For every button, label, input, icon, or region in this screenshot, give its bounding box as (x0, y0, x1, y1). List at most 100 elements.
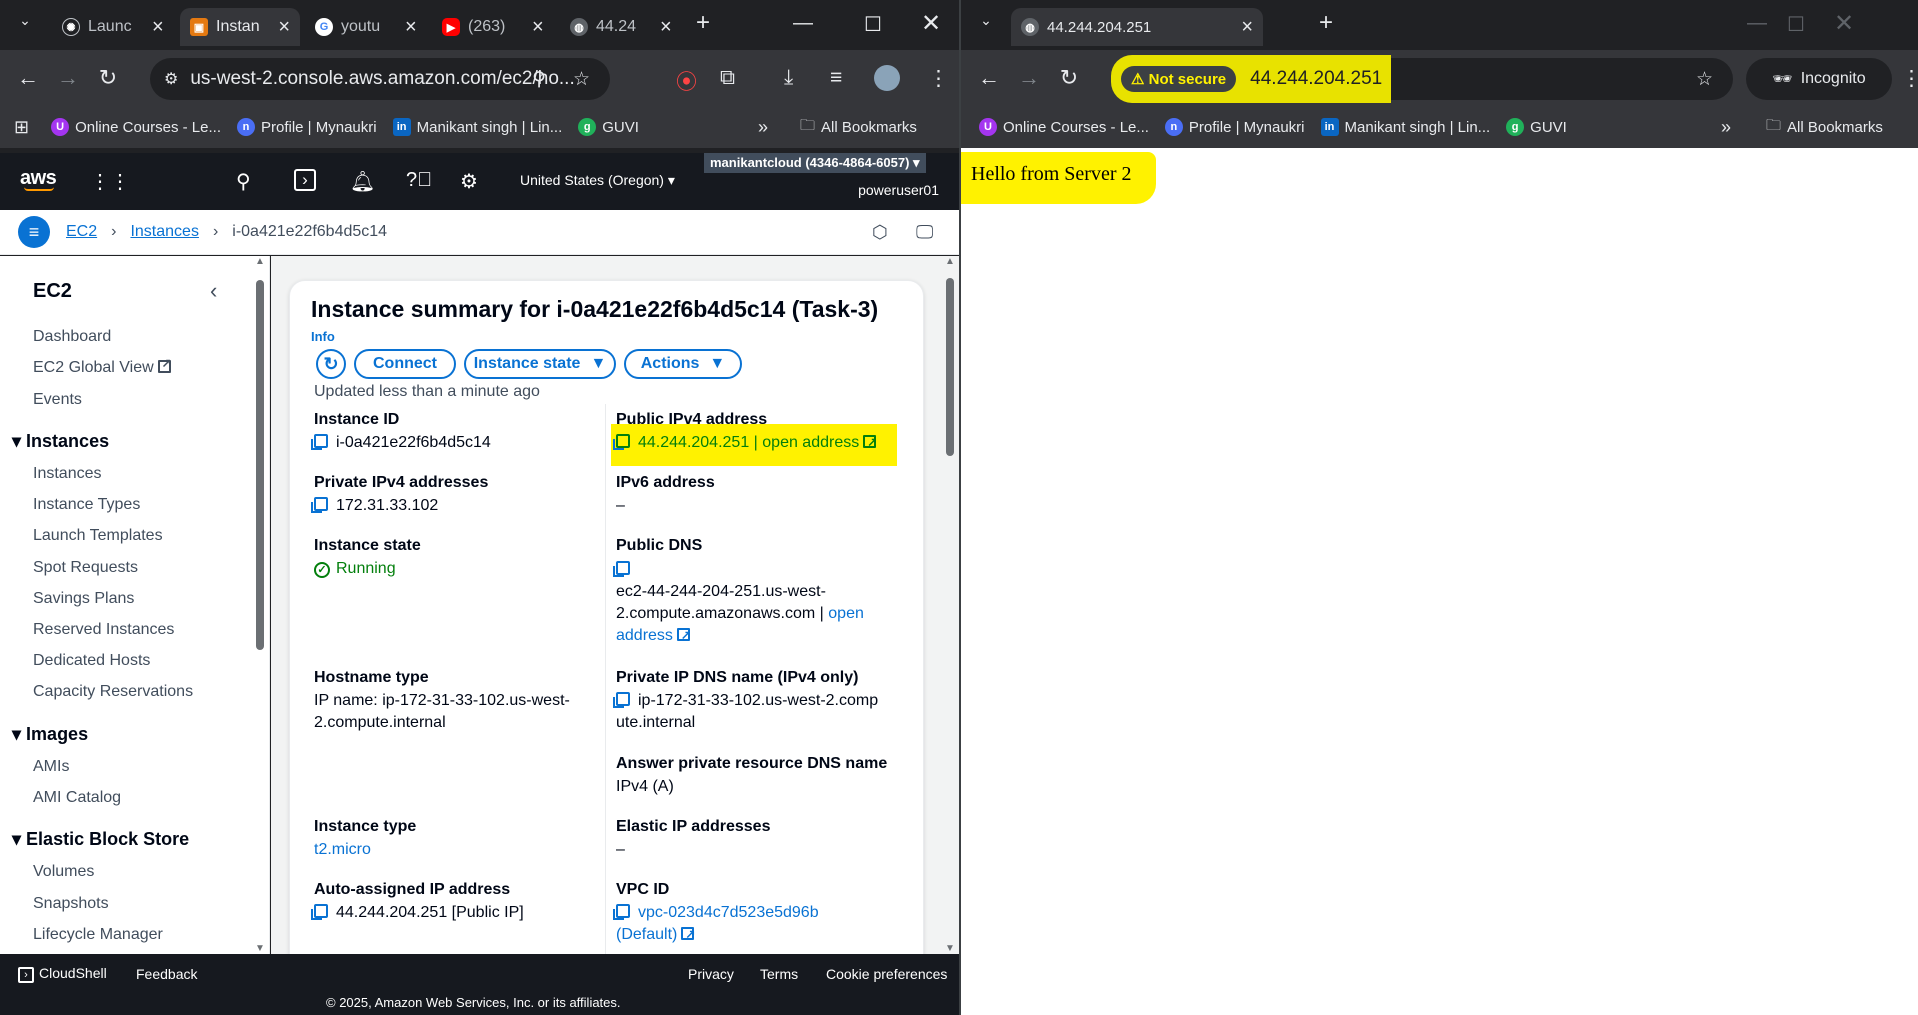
bookmark-item[interactable]: in Manikant singh | Lin... (1320, 118, 1490, 136)
private-ipv4-value[interactable]: 172.31.33.102 (311, 495, 438, 517)
feedback-link[interactable]: Feedback (136, 966, 197, 982)
all-bookmarks[interactable]: 🗀 All Bookmarks (1766, 115, 1883, 140)
close-icon[interactable]: × (1241, 16, 1253, 39)
sidebar-item-events[interactable]: Events (33, 391, 82, 409)
sidebar-section-images[interactable]: ▾ Images (12, 724, 88, 745)
sidebar-item[interactable]: Dedicated Hosts (33, 652, 150, 670)
forward-icon[interactable]: → (48, 65, 88, 91)
close-window-icon[interactable]: ✕ (916, 9, 946, 38)
search-icon[interactable]: ⚲ (532, 68, 546, 91)
new-tab-icon[interactable]: + (688, 9, 718, 37)
copy-icon[interactable] (613, 434, 630, 450)
sidebar-scrollbar[interactable]: ▲ ▼ (254, 256, 266, 954)
menu-icon[interactable]: ⋮ (1901, 66, 1918, 91)
instance-state-button[interactable]: Instance state ▼ (464, 349, 616, 379)
tab-server-ip[interactable]: ◍ 44.244.204.251 × (1011, 8, 1263, 46)
auto-ip-value[interactable]: 44.244.204.251 [Public IP] (311, 902, 524, 924)
sidebar-item[interactable]: Instance Types (33, 496, 140, 514)
sidebar-item[interactable]: AMI Catalog (33, 789, 121, 807)
vpc-default-link[interactable]: (Default) (616, 923, 695, 946)
bookmark-item[interactable]: g GUVI (1506, 118, 1567, 136)
incognito-chip[interactable]: 🕶︎ Incognito (1746, 58, 1892, 100)
site-info-icon[interactable]: ⚙ (164, 69, 178, 89)
more-bookmarks-icon[interactable]: » (758, 117, 768, 138)
breadcrumb-instances[interactable]: Instances (130, 223, 198, 241)
avatar[interactable] (874, 65, 900, 91)
tab-search-icon[interactable]: ⌄ (971, 12, 1001, 29)
sidebar-item-dashboard[interactable]: Dashboard (33, 328, 111, 346)
search-icon[interactable]: ⚲ (236, 169, 251, 194)
address-link[interactable]: address (616, 624, 691, 647)
connect-button[interactable]: Connect (354, 349, 456, 379)
tab-youtube-search[interactable]: G youtu × (305, 8, 427, 46)
bookmark-item[interactable]: n Profile | Mynaukri (1164, 118, 1305, 136)
close-icon[interactable]: × (660, 16, 672, 39)
minimize-icon[interactable]: — (1742, 12, 1772, 35)
new-tab-icon[interactable]: + (1311, 9, 1341, 37)
info-link[interactable]: Info (311, 329, 335, 344)
instance-id-value[interactable]: i-0a421e22f6b4d5c14 (311, 432, 491, 454)
close-window-icon[interactable]: ✕ (1829, 9, 1859, 38)
copy-icon[interactable] (613, 561, 630, 577)
menu-toggle-icon[interactable]: ≡ (18, 216, 50, 248)
close-icon[interactable]: × (152, 16, 164, 39)
public-dns-copy[interactable] (613, 559, 638, 581)
breadcrumb-ec2[interactable]: EC2 (66, 223, 97, 241)
address-bar[interactable]: ⚙ us-west-2.console.aws.amazon.com/ec2/h… (150, 58, 610, 100)
services-grid-icon[interactable]: ⋮⋮ (90, 169, 130, 194)
cloudshell-button[interactable]: › CloudShell (18, 965, 107, 983)
menu-icon[interactable]: ⋮ (928, 66, 949, 91)
bookmark-item[interactable]: U Online Courses - Le... (979, 118, 1149, 136)
bookmark-item[interactable]: in Manikant singh | Lin... (392, 118, 562, 136)
collapse-icon[interactable]: ‹ (210, 278, 217, 304)
minimize-icon[interactable]: — (788, 12, 818, 35)
copy-icon[interactable] (613, 692, 630, 708)
screen-icon[interactable]: 🖵 (916, 222, 933, 243)
sidebar-item[interactable]: Instances (33, 465, 101, 483)
main-scrollbar[interactable]: ▲ ▼ (944, 256, 956, 954)
vpc-id-link[interactable]: vpc-023d4c7d523e5d96b (613, 902, 819, 924)
public-ipv4-value[interactable]: 44.244.204.251 | open address (613, 431, 877, 454)
tab-youtube[interactable]: ▶ (263) × (432, 8, 554, 46)
copy-icon[interactable] (613, 904, 630, 920)
sidebar-item[interactable]: Savings Plans (33, 590, 134, 608)
star-icon[interactable]: ☆ (573, 68, 590, 91)
extensions-icon[interactable]: ⧉ (720, 66, 735, 90)
close-icon[interactable]: × (405, 16, 417, 39)
sidebar-item[interactable]: AMIs (33, 758, 69, 776)
tab-search-icon[interactable]: ⌄ (10, 12, 40, 29)
reload-icon[interactable]: ↻ (88, 65, 128, 91)
user-name[interactable]: poweruser01 (858, 182, 939, 198)
maximize-icon[interactable]: ☐ (1781, 12, 1811, 37)
region-selector[interactable]: United States (Oregon) ▾ (520, 172, 675, 189)
sidebar-section-instances[interactable]: ▾ Instances (12, 431, 109, 452)
more-bookmarks-icon[interactable]: » (1721, 117, 1731, 138)
apps-icon[interactable]: ⊞ (14, 117, 29, 138)
tab-launch[interactable]: ✺ Launc × (52, 8, 174, 46)
sidebar-item[interactable]: Spot Requests (33, 559, 138, 577)
sidebar-item[interactable]: Snapshots (33, 895, 109, 913)
settings-icon[interactable]: ⚙ (460, 169, 478, 194)
back-icon[interactable]: ← (8, 65, 48, 91)
help-icon[interactable]: ?⃝ (406, 169, 432, 192)
sidebar-section-ebs[interactable]: ▾ Elastic Block Store (12, 829, 189, 850)
star-icon[interactable]: ☆ (1696, 68, 1713, 91)
tab-instances[interactable]: ▣ Instan × (180, 8, 300, 46)
sidebar-item[interactable]: Lifecycle Manager (33, 926, 163, 944)
open-address-link[interactable]: open address (762, 434, 859, 451)
all-bookmarks[interactable]: 🗀 All Bookmarks (800, 115, 917, 140)
privacy-link[interactable]: Privacy (688, 966, 734, 982)
account-menu[interactable]: manikantcloud (4346-4864-6057) ▾ (704, 153, 926, 173)
tab-server[interactable]: ◍ 44.24 × (560, 8, 682, 46)
address-bar[interactable]: ⚠ Not secure 44.244.204.251 ☆ (1111, 55, 1733, 103)
bell-icon[interactable]: 🔔︎ (350, 169, 375, 194)
actions-button[interactable]: Actions ▼ (624, 349, 742, 379)
open-link[interactable]: open (828, 605, 864, 622)
sidebar-item-global-view[interactable]: EC2 Global View (33, 356, 172, 377)
copy-icon[interactable] (311, 434, 328, 450)
refresh-icon[interactable]: ↻ (316, 349, 346, 379)
hexagon-icon[interactable]: ⬡ (872, 222, 888, 243)
back-icon[interactable]: ← (969, 65, 1009, 91)
reload-icon[interactable]: ↻ (1049, 65, 1089, 91)
sidebar-item[interactable]: Capacity Reservations (33, 683, 193, 701)
